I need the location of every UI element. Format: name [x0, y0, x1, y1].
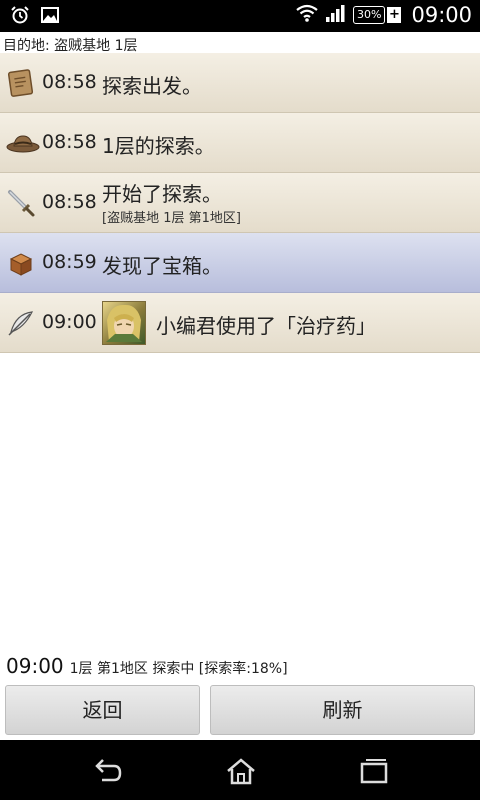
log-text: 1层的探索。 — [102, 134, 215, 158]
log-entry[interactable]: 08:58 开始了探索。 [盗贼基地 1层 第1地区] — [0, 173, 480, 233]
log-entry[interactable]: 08:58 探索出发。 — [0, 53, 480, 113]
charging-icon: + — [387, 7, 402, 23]
hat-icon — [6, 128, 40, 158]
log-entry[interactable]: 08:59 发现了宝箱。 — [0, 233, 480, 293]
exploration-info: 1层 第1地区 探索中 [探索率:18%] — [69, 661, 288, 677]
destination-label: 目的地: 盗贼基地 1层 — [3, 38, 138, 54]
image-icon — [40, 5, 60, 29]
log-text: 开始了探索。 — [102, 182, 222, 206]
log-text: 小编君使用了「治疗药」 — [156, 314, 376, 338]
home-nav-icon[interactable] — [225, 756, 255, 786]
wifi-icon — [295, 3, 319, 27]
signal-icon — [325, 3, 347, 27]
log-entry[interactable]: 08:58 1层的探索。 — [0, 113, 480, 173]
back-nav-icon[interactable] — [92, 756, 122, 786]
navigation-bar — [0, 740, 480, 800]
log-time: 09:00 — [42, 311, 97, 333]
current-time: 09:00 — [6, 654, 64, 678]
log-time: 08:58 — [42, 131, 97, 153]
refresh-button[interactable]: 刷新 — [210, 685, 475, 735]
exploration-log: 08:58 探索出发。 08:58 1层的探索。 08:58 开始了探索。 [盗… — [0, 53, 480, 353]
map-icon — [6, 68, 36, 98]
log-text: 探索出发。 — [102, 74, 202, 98]
battery-percent: 30% — [353, 6, 386, 24]
exploration-status: 09:00 1层 第1地区 探索中 [探索率:18%] — [6, 654, 288, 678]
log-entry[interactable]: 09:00 小编君使用了「治疗药」 — [0, 293, 480, 353]
log-subtext: [盗贼基地 1层 第1地区] — [102, 211, 241, 226]
feather-icon — [6, 308, 36, 338]
log-time: 08:59 — [42, 251, 97, 273]
log-time: 08:58 — [42, 191, 97, 213]
sword-icon — [6, 188, 36, 218]
back-button[interactable]: 返回 — [5, 685, 200, 735]
treasure-chest-icon — [6, 248, 36, 278]
battery-icon: 30% + — [353, 6, 402, 24]
recent-apps-icon[interactable] — [358, 756, 388, 786]
status-bar: 30% + 09:00 — [0, 0, 480, 32]
log-time: 08:58 — [42, 71, 97, 93]
alarm-icon — [10, 5, 30, 29]
log-text: 发现了宝箱。 — [102, 254, 222, 278]
status-time: 09:00 — [411, 3, 472, 27]
character-avatar — [102, 301, 146, 345]
